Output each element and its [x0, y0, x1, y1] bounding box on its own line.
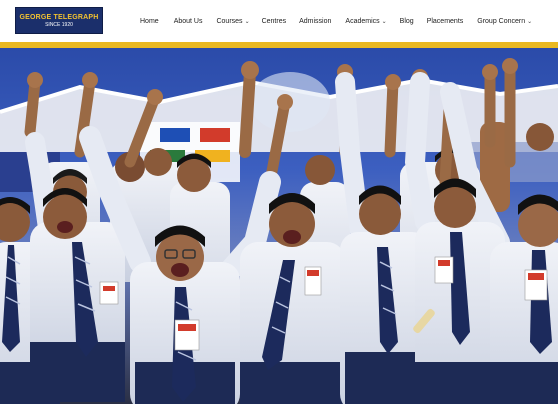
- nav-item-group-concern[interactable]: Group Concern ⌄: [477, 18, 532, 25]
- chevron-down-icon: ⌄: [527, 18, 533, 25]
- nav-item-admission[interactable]: Admission: [299, 18, 331, 25]
- nav-item-placements[interactable]: Placements: [427, 18, 464, 25]
- nav-item-label: Group Concern: [477, 17, 526, 25]
- logo-since: SINCE 1920: [45, 21, 73, 28]
- nav-item-about-us[interactable]: About Us: [174, 18, 203, 25]
- nav-item-label: About Us: [173, 17, 203, 25]
- chevron-down-icon: ⌄: [381, 18, 387, 25]
- main-menu: Home About Us Courses ⌄ Centres Admissio…: [140, 0, 558, 42]
- nav-item-blog[interactable]: Blog: [400, 18, 414, 25]
- nav-item-courses[interactable]: Courses ⌄: [216, 18, 249, 25]
- nav-item-label: Courses: [216, 17, 243, 25]
- celebrating-students-photo: [0, 42, 558, 404]
- nav-item-centres[interactable]: Centres: [262, 18, 287, 25]
- nav-item-label: Home: [140, 17, 159, 25]
- nav-item-academics[interactable]: Academics ⌄: [345, 18, 386, 25]
- nav-item-label: Centres: [261, 17, 287, 25]
- nav-item-label: Blog: [399, 17, 414, 25]
- top-navbar: GEORGE TELEGRAPH SINCE 1920 Home About U…: [0, 0, 558, 42]
- site-logo[interactable]: GEORGE TELEGRAPH SINCE 1920: [15, 7, 103, 34]
- nav-item-home[interactable]: Home: [140, 18, 159, 25]
- chevron-down-icon: ⌄: [244, 18, 250, 25]
- nav-item-label: Placements: [426, 17, 464, 25]
- logo-name: GEORGE TELEGRAPH: [19, 13, 99, 21]
- nav-item-label: Admission: [299, 17, 332, 25]
- nav-item-label: Academics: [345, 17, 380, 25]
- hero-banner: [0, 42, 558, 404]
